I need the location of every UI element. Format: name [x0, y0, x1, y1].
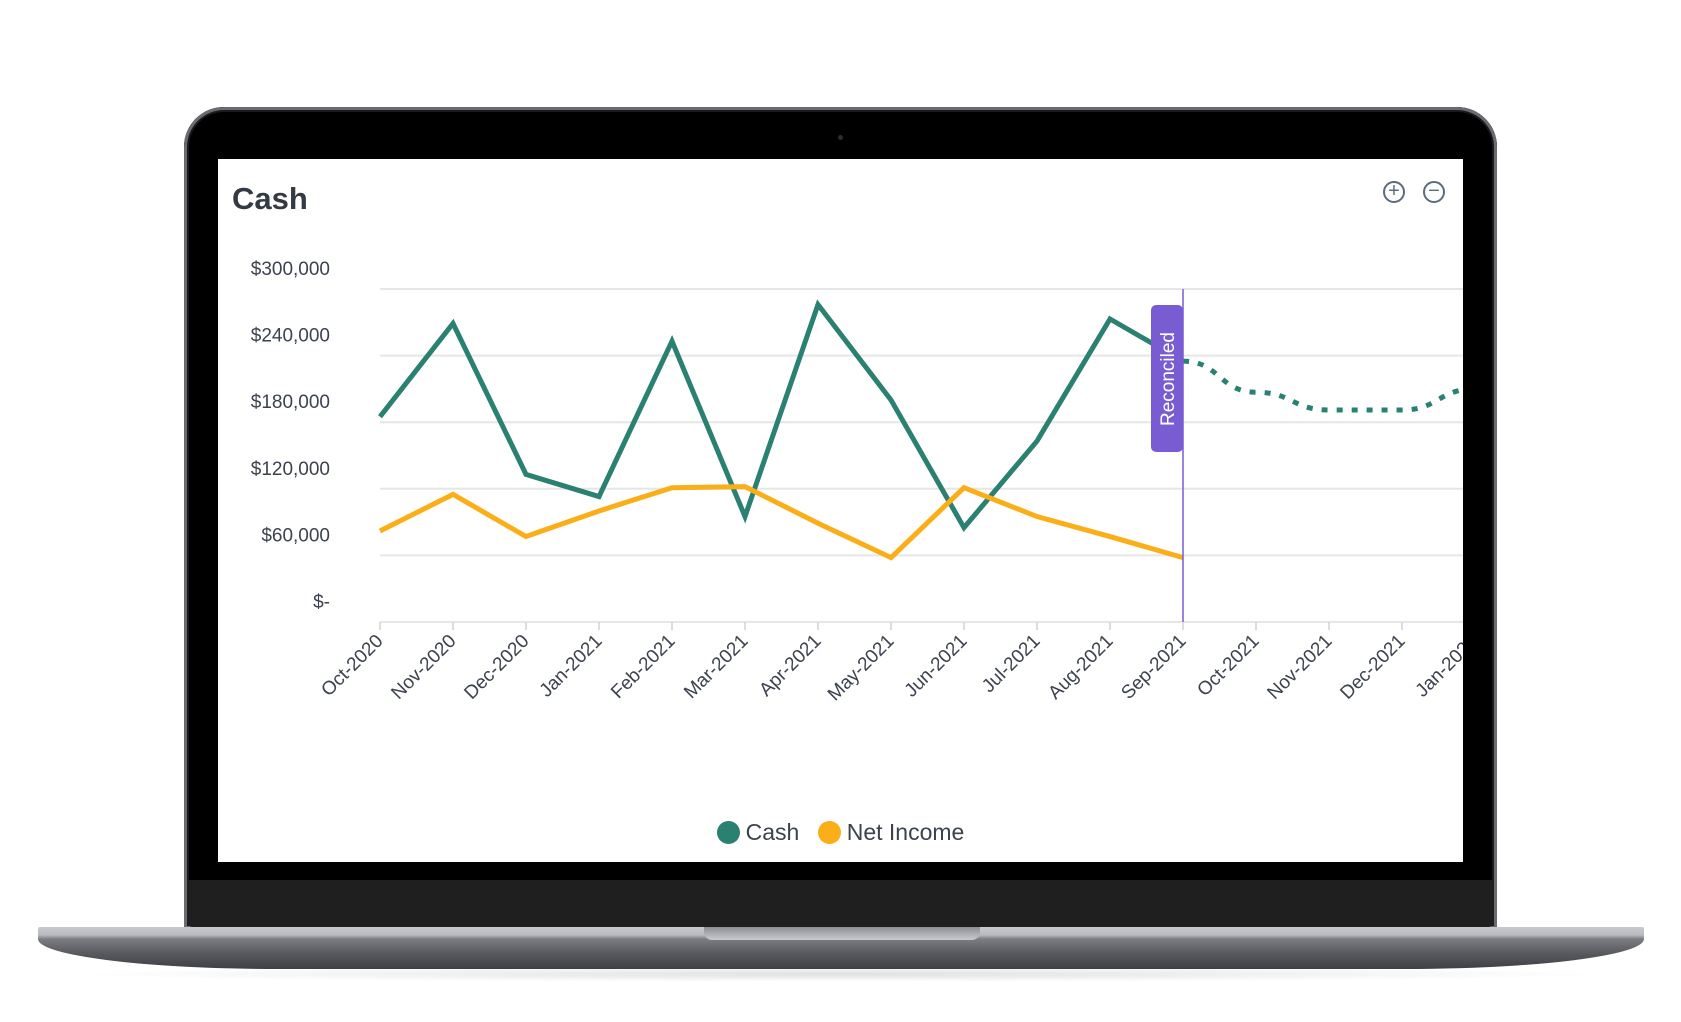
x-tick-label: Nov-2020 [387, 631, 460, 704]
y-tick-label: $300,000 [251, 259, 330, 280]
x-tick-label: Apr-2021 [755, 631, 825, 701]
chart-legend: Cash Net Income [218, 819, 1463, 850]
legend-dot-cash [716, 821, 740, 844]
x-tick-label: Sep-2021 [1117, 631, 1190, 704]
laptop-base-notch [704, 927, 980, 940]
x-tick-label: Dec-2020 [460, 631, 533, 704]
camera-icon [838, 135, 843, 140]
annotation-layer: Reconciled [1151, 289, 1184, 622]
legend-item-cash[interactable]: Cash [716, 819, 800, 846]
y-tick-label: $180,000 [251, 392, 330, 413]
x-tick-label: Jul-2021 [978, 631, 1044, 697]
x-tick-label: Oct-2020 [317, 631, 387, 701]
x-tick-label: Jun-2021 [901, 631, 972, 702]
x-tick-label: Jan-2022 [1412, 631, 1463, 702]
y-tick-label: $60,000 [261, 525, 330, 546]
laptop-screen: Cash + − $- $60,000 $120,000 $180,000 $240,0… [218, 159, 1463, 862]
x-tick-label: Nov-2021 [1263, 631, 1336, 704]
legend-label-cash: Cash [745, 819, 800, 845]
series-line-cash[interactable] [378, 299, 1185, 532]
series-line-net-income[interactable] [378, 484, 1184, 561]
x-tick-label: Aug-2021 [1044, 631, 1117, 704]
y-axis: $- $60,000 $120,000 $180,000 $240,000 $300,00… [251, 259, 330, 613]
reconciled-label: Reconciled [1158, 332, 1179, 426]
x-tick-label: Jan-2021 [536, 631, 607, 702]
series-layer [378, 299, 1463, 561]
x-tick-label: Dec-2021 [1336, 631, 1409, 704]
x-tick-label: Mar-2021 [680, 631, 752, 703]
legend-label-net-income: Net Income [846, 819, 965, 845]
legend-dot-net-income [817, 821, 841, 844]
series-line-cash-forecast[interactable] [1182, 358, 1463, 413]
x-axis: Oct-2020 Nov-2020 Dec-2020 Jan-2021 Feb-2021… [317, 622, 1463, 705]
legend-item-net-income[interactable]: Net Income [817, 819, 965, 846]
x-tick-label: May-2021 [824, 631, 899, 706]
cash-line-chart: $- $60,000 $120,000 $180,000 $240,000 $300,00… [251, 259, 1463, 705]
laptop-bezel-bottom [187, 880, 1494, 927]
x-tick-label: Oct-2021 [1193, 631, 1263, 701]
y-tick-label: $240,000 [251, 326, 330, 347]
y-tick-label: $- [313, 592, 330, 613]
y-tick-label: $120,000 [251, 459, 330, 480]
x-tick-label: Feb-2021 [607, 631, 679, 703]
